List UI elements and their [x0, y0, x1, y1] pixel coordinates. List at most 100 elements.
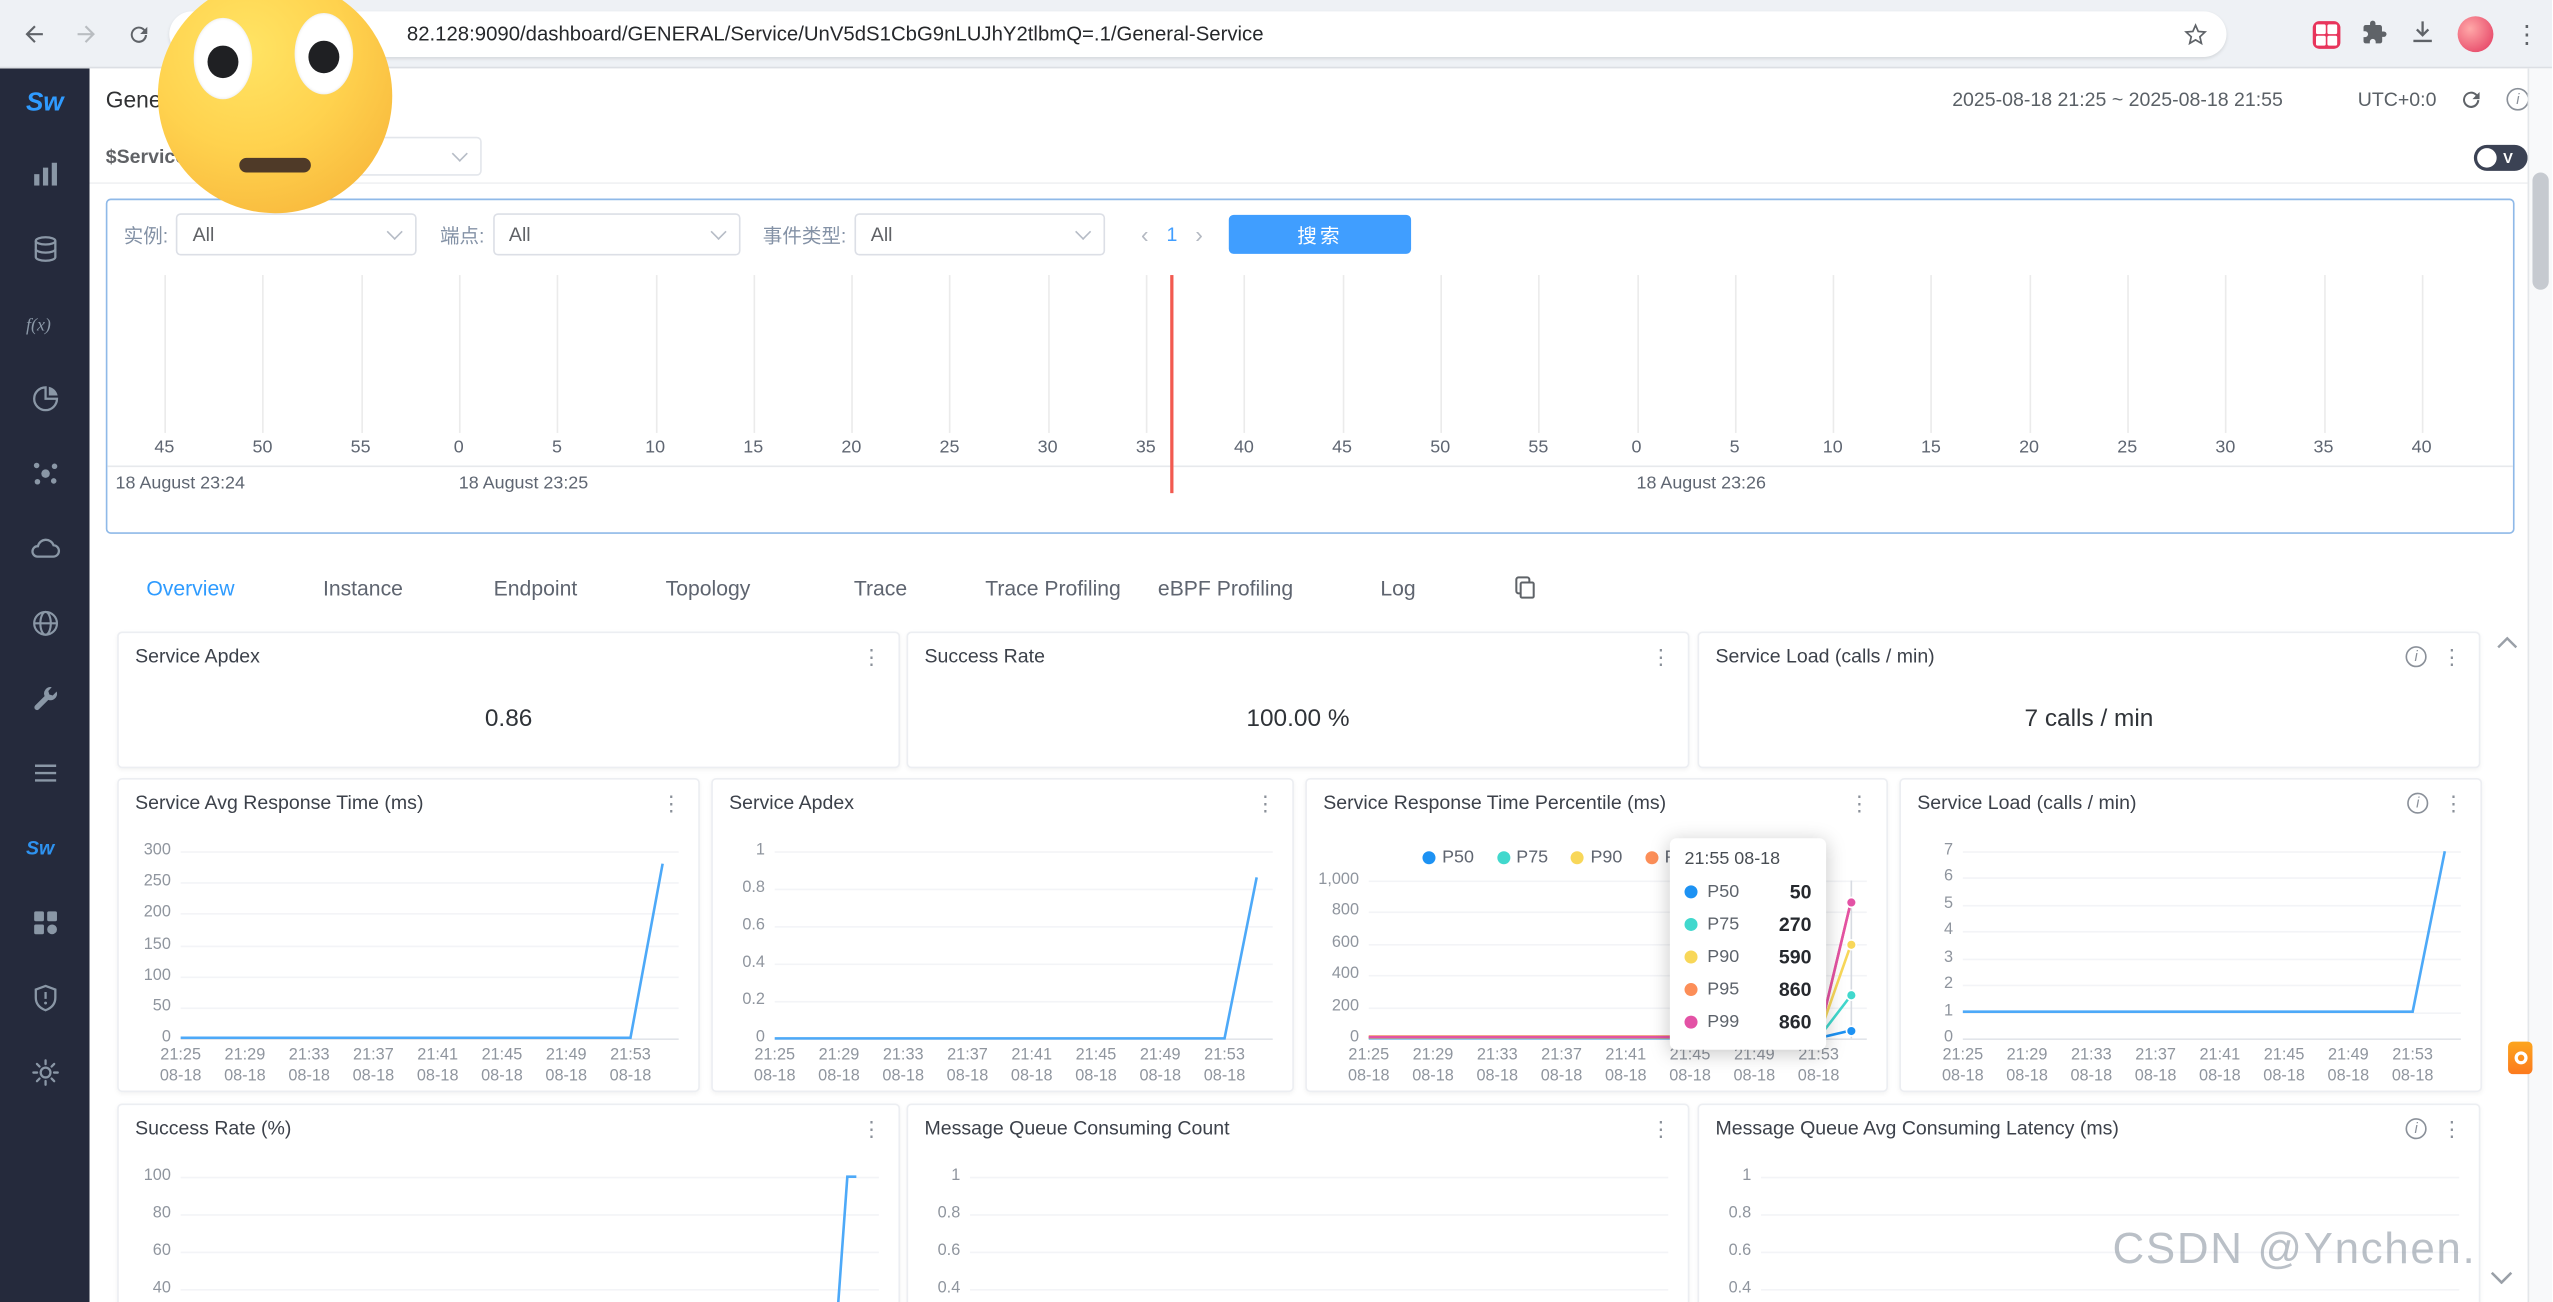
tab-log[interactable]: Log — [1312, 575, 1485, 599]
kebab-menu-icon[interactable]: ⋮ — [861, 1117, 882, 1138]
kebab-menu-icon[interactable]: ⋮ — [2441, 1117, 2462, 1138]
tab-overview[interactable]: Overview — [104, 575, 277, 599]
endpoint-filter-select[interactable]: All — [493, 213, 740, 255]
list-icon[interactable] — [30, 758, 59, 787]
database-icon[interactable] — [30, 234, 59, 263]
copy-dashboard-icon[interactable] — [1512, 575, 1538, 601]
version-toggle[interactable]: V — [2474, 145, 2528, 171]
pie-chart-icon[interactable] — [30, 384, 59, 413]
timezone[interactable]: UTC+0:0 — [2358, 88, 2437, 111]
y-axis-label: 200 — [119, 904, 171, 922]
legend-dot — [1571, 851, 1584, 864]
tab-endpoint[interactable]: Endpoint — [449, 575, 622, 599]
timeline-tick-label: 10 — [1823, 438, 1843, 458]
kebab-menu-icon[interactable]: ⋮ — [1650, 1117, 1671, 1138]
kebab-menu-icon[interactable]: ⋮ — [2441, 645, 2462, 666]
wrench-icon[interactable] — [30, 684, 59, 713]
tab-topology[interactable]: Topology — [622, 575, 795, 599]
forward-icon[interactable] — [65, 13, 107, 55]
skywalking-logo[interactable]: Sw — [26, 81, 64, 127]
kebab-menu-icon[interactable]: ⋮ — [861, 645, 882, 666]
tab-ebpf-profiling[interactable]: eBPF Profiling — [1139, 575, 1312, 599]
url-bar[interactable]: 82.128:9090/dashboard/GENERAL/Service/Un… — [169, 11, 2226, 57]
time-range[interactable]: 2025-08-18 21:25 ~ 2025-08-18 21:55 — [1952, 88, 2283, 111]
scrollbar-thumb[interactable] — [2532, 173, 2548, 290]
x-axis-label: 21:4108-18 — [1605, 1047, 1647, 1088]
info-icon[interactable]: i — [2506, 88, 2529, 111]
stat-card-service-apdex: Service Apdex ⋮ 0.86 — [117, 631, 900, 768]
kebab-menu-icon[interactable]: ⋮ — [661, 792, 682, 813]
sidebar: Sw f(x) Sw — [0, 68, 90, 1302]
chevron-down-icon — [1075, 224, 1091, 240]
page-number[interactable]: 1 — [1166, 223, 1177, 246]
chart-title: Message Queue Consuming Count — [924, 1116, 1650, 1139]
timeline-gridline — [459, 275, 461, 433]
instance-filter-select[interactable]: All — [176, 213, 417, 255]
tab-instance[interactable]: Instance — [277, 575, 450, 599]
refresh-icon[interactable] — [2459, 87, 2483, 111]
cloud-icon[interactable] — [28, 534, 61, 563]
kebab-menu-icon[interactable]: ⋮ — [1650, 645, 1671, 666]
card-title: Success Rate — [924, 645, 1650, 668]
info-icon[interactable]: i — [2407, 792, 2428, 813]
stat-card-service-load: Service Load (calls / min) i ⋮ 7 calls /… — [1698, 631, 2481, 768]
legend-item[interactable]: P50 — [1423, 848, 1474, 868]
legend-item[interactable]: P90 — [1571, 848, 1622, 868]
series-end-dot — [1845, 897, 1856, 908]
pagination: ‹ 1 › — [1141, 221, 1203, 247]
globe-icon[interactable] — [30, 609, 59, 638]
timeline-gridline — [2127, 275, 2129, 433]
gear-icon[interactable] — [30, 1058, 59, 1087]
cluster-icon[interactable] — [30, 459, 59, 488]
card-header: Success Rate ⋮ — [908, 633, 1688, 667]
bar-chart-icon[interactable] — [30, 159, 59, 188]
download-icon[interactable] — [2409, 18, 2437, 51]
search-button[interactable]: 搜索 — [1229, 215, 1411, 254]
profile-avatar[interactable] — [2458, 16, 2494, 52]
timeline-date-label: 18 August 23:26 — [1637, 474, 1766, 494]
y-axis-label: 0.2 — [713, 991, 765, 1009]
function-icon[interactable]: f(x) — [24, 309, 66, 338]
browser-menu-icon[interactable]: ⋮ — [2515, 22, 2539, 46]
next-page-icon[interactable]: › — [1195, 221, 1203, 247]
tab-trace-profiling[interactable]: Trace Profiling — [967, 575, 1140, 599]
collapse-up-icon[interactable] — [2497, 631, 2518, 654]
y-axis-label: 1,000 — [1307, 871, 1359, 889]
prev-page-icon[interactable]: ‹ — [1141, 221, 1149, 247]
scroll-down-icon[interactable] — [2490, 1266, 2513, 1289]
timeline-tick-label: 40 — [2412, 438, 2432, 458]
timeline-gridline — [1342, 275, 1344, 433]
info-icon[interactable]: i — [2406, 1117, 2427, 1138]
kebab-menu-icon[interactable]: ⋮ — [1255, 792, 1276, 813]
grid-icon[interactable] — [30, 908, 59, 937]
y-axis-label: 0.8 — [713, 879, 765, 897]
event-type-filter-select[interactable]: All — [855, 213, 1106, 255]
csdn-badge[interactable] — [2508, 1042, 2532, 1075]
y-axis-label: 0.8 — [908, 1204, 960, 1222]
info-icon[interactable]: i — [2406, 645, 2427, 666]
reload-icon[interactable] — [117, 13, 159, 55]
chart-card-header: Message Queue Avg Consuming Latency (ms)… — [1699, 1105, 2479, 1139]
tooltip-series-value: 50 — [1790, 881, 1812, 904]
legend-item[interactable]: P75 — [1497, 848, 1548, 868]
skywalking-icon[interactable]: Sw — [24, 833, 66, 862]
scrollbar[interactable] — [2528, 68, 2552, 1302]
kebab-menu-icon[interactable]: ⋮ — [1849, 792, 1870, 813]
tooltip-series-label: P90 — [1707, 947, 1739, 967]
y-axis-label: 6 — [1901, 868, 1953, 886]
back-icon[interactable] — [13, 13, 55, 55]
tab-trace[interactable]: Trace — [794, 575, 967, 599]
puzzle-icon[interactable] — [2362, 19, 2388, 50]
shield-icon[interactable] — [30, 983, 59, 1012]
chevron-down-icon — [387, 224, 403, 240]
bookmark-star-icon[interactable] — [2183, 21, 2209, 47]
x-axis-label: 21:2508-18 — [1942, 1047, 1984, 1088]
emoji-right-pupil — [308, 41, 339, 74]
kebab-menu-icon[interactable]: ⋮ — [2443, 792, 2464, 813]
x-axis-label: 21:5308-18 — [1204, 1047, 1246, 1088]
chart-title: Service Load (calls / min) — [1917, 791, 2407, 814]
extension-icon[interactable] — [2313, 20, 2341, 48]
timeline-chart: 4550550510152025303540455055051015202530… — [107, 275, 2513, 503]
y-axis-label: 200 — [1307, 997, 1359, 1015]
timeline-tick-label: 0 — [454, 438, 464, 458]
